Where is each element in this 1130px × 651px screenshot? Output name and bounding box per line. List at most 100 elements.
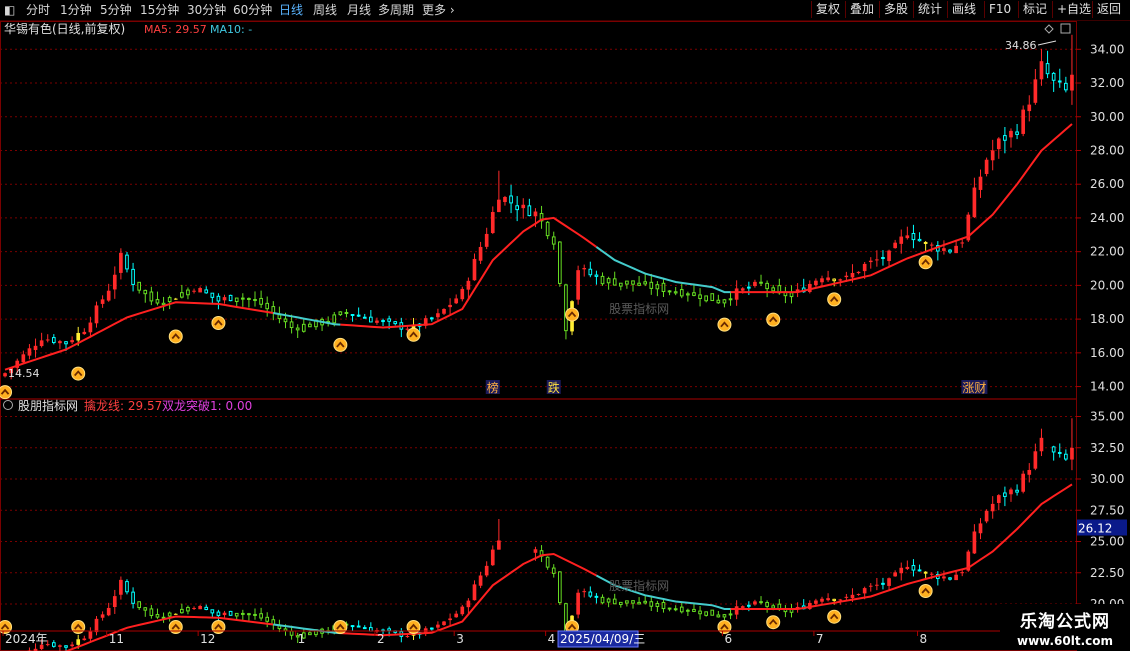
upper-candle-163 (997, 138, 1001, 149)
lower-ma-seg-1 (273, 625, 340, 634)
upper-tick-label-3: 28.00 (1090, 143, 1124, 157)
lower-candle-106 (650, 602, 653, 607)
toolbar-action-2[interactable]: 多股 (879, 1, 912, 18)
upper-candle-43 (266, 303, 269, 308)
upper-candle-136 (833, 279, 836, 281)
upper-candle-170 (1040, 61, 1044, 79)
upper-candle-82 (503, 197, 507, 202)
upper-candle-162 (991, 150, 995, 160)
lower-candle-19 (119, 580, 123, 595)
toolbar-item-0[interactable]: 分时 (26, 2, 50, 18)
lower-candle-57 (351, 626, 354, 627)
upper-candle-73 (448, 305, 452, 307)
upper-tick-label-9: 16.00 (1090, 346, 1124, 360)
lower-candle-123 (753, 601, 757, 604)
toolbar-action-1[interactable]: 叠加 (845, 1, 878, 18)
ghost-text-upper: 股票指标网 (609, 301, 669, 316)
toolbar-item-3[interactable]: 15分钟 (140, 2, 179, 18)
toolbar-action-5[interactable]: F10 (984, 1, 1015, 18)
lower-candle-121 (741, 606, 745, 608)
lower-candle-146 (893, 572, 897, 576)
toolbar-action-6[interactable]: 标记 (1018, 1, 1051, 18)
lower-candle-108 (662, 602, 665, 608)
upper-candle-3 (22, 354, 26, 362)
chart-area[interactable]: 34.0032.0030.0028.0026.0024.0022.0020.00… (0, 21, 1130, 651)
lower-candle-30 (187, 607, 190, 610)
upper-candle-39 (241, 298, 244, 299)
upper-candle-143 (875, 259, 879, 260)
toolbar-item-7[interactable]: 周线 (313, 2, 337, 18)
upper-tick-label-5: 24.00 (1090, 211, 1124, 225)
lower-candle-160 (979, 523, 983, 533)
upper-candle-110 (674, 292, 677, 293)
upper-signal-icon-7 (718, 318, 731, 331)
event-tag-label-2: 涨财 (962, 380, 986, 395)
upper-signal-icon-3 (212, 316, 225, 329)
toolbar-action-7[interactable]: +自选 (1052, 1, 1095, 18)
lower-candle-75 (460, 607, 464, 615)
upper-signal-icon-2 (169, 330, 182, 343)
toolbar-action-0[interactable]: 复权 (811, 1, 844, 18)
lower-candle-138 (845, 597, 849, 598)
upper-candle-71 (436, 313, 440, 317)
toolbar-item-5[interactable]: 60分钟 (233, 2, 272, 18)
lower-candle-173 (1058, 452, 1061, 453)
upper-candle-124 (760, 282, 763, 283)
upper-candle-54 (333, 315, 336, 323)
upper-candle-19 (119, 253, 123, 273)
toolbar-action-4[interactable]: 画线 (947, 1, 980, 18)
lower-candle-151 (924, 572, 927, 573)
upper-candle-45 (278, 315, 281, 319)
upper-candle-134 (820, 278, 824, 282)
lower-candle-115 (705, 612, 708, 616)
upper-candle-120 (735, 288, 739, 299)
lower-signal-icon-8 (767, 616, 780, 629)
upper-candle-38 (235, 298, 238, 301)
upper-candle-160 (979, 177, 983, 190)
event-tag-label-0: 榜 (487, 380, 499, 395)
upper-candle-107 (656, 285, 659, 289)
upper-candle-95 (582, 268, 586, 269)
upper-candle-87 (534, 212, 538, 217)
upper-signal-icon-10 (919, 256, 932, 269)
toolbar-item-2[interactable]: 5分钟 (100, 2, 132, 18)
lower-candle-172 (1052, 447, 1055, 452)
upper-candle-14 (89, 323, 93, 333)
lower-candle-90 (552, 568, 555, 573)
lower-candle-174 (1065, 454, 1068, 459)
lower-candle-135 (826, 598, 830, 600)
upper-candle-30 (187, 290, 190, 295)
toolbar-item-6[interactable]: 日线 (279, 2, 303, 18)
toolbar-item-1[interactable]: 1分钟 (60, 2, 92, 18)
layout-icon[interactable]: ◧ (4, 2, 15, 18)
lower-candle-114 (699, 611, 702, 614)
upper-candle-121 (741, 288, 745, 290)
toolbar-item-8[interactable]: 月线 (347, 2, 371, 18)
upper-candle-66 (406, 329, 410, 330)
upper-candle-80 (491, 212, 495, 233)
upper-candle-81 (497, 200, 501, 212)
ghost-text-lower: 股票指标网 (609, 578, 669, 593)
lower-tick-label-2: 30.00 (1090, 472, 1124, 486)
upper-candle-74 (454, 298, 458, 303)
upper-candle-112 (687, 294, 690, 295)
lower-candle-140 (857, 594, 861, 595)
lower-candle-47 (290, 631, 293, 635)
upper-candle-122 (748, 287, 751, 288)
upper-candle-166 (1016, 132, 1019, 134)
upper-candle-164 (1004, 136, 1007, 141)
toolbar-item-10[interactable]: 更多 › (422, 2, 455, 18)
upper-candle-161 (985, 160, 989, 174)
upper-candle-129 (790, 293, 793, 297)
upper-candle-102 (626, 281, 629, 284)
toolbar-item-4[interactable]: 30分钟 (187, 2, 226, 18)
lower-candle-59 (363, 628, 366, 629)
lower-candle-32 (198, 606, 202, 609)
toolbar-action-8[interactable]: 返回 (1092, 1, 1125, 18)
toolbar-item-9[interactable]: 多周期 (378, 2, 414, 18)
diamond-icon (1045, 25, 1053, 33)
upper-candle-115 (705, 296, 708, 301)
lower-candle-100 (613, 599, 616, 604)
toolbar-action-3[interactable]: 统计 (913, 1, 946, 18)
lower-candle-143 (875, 585, 879, 586)
